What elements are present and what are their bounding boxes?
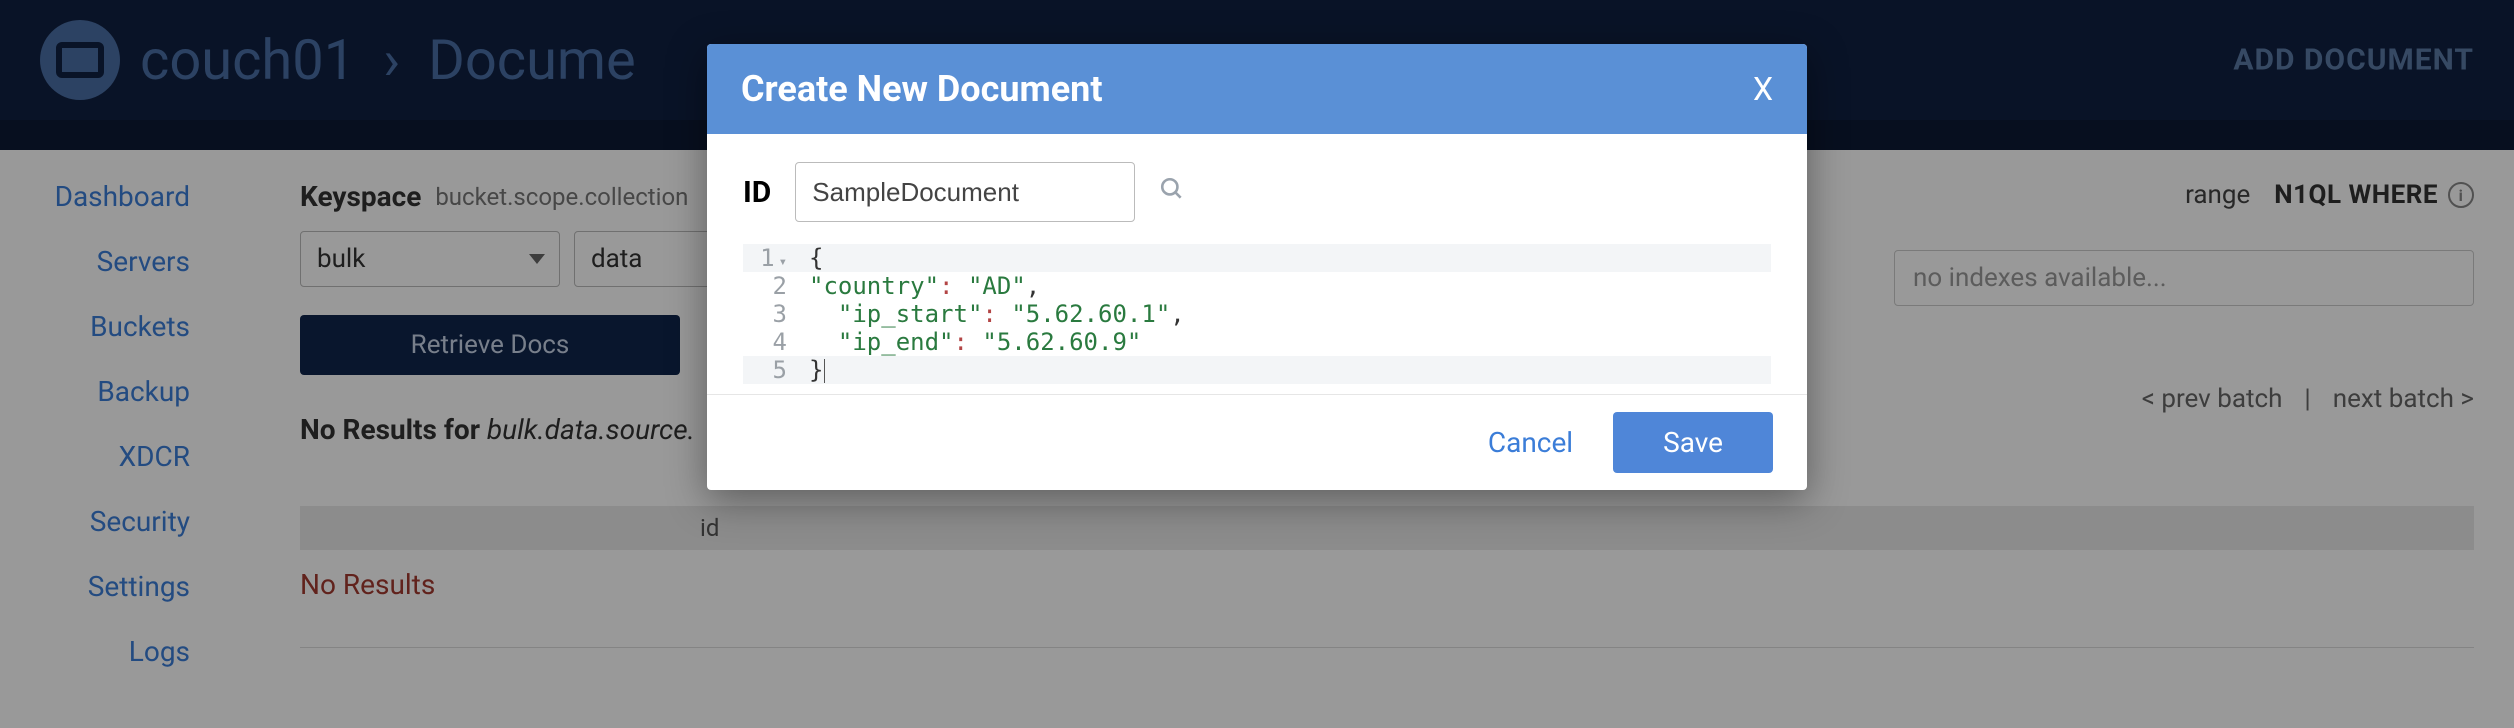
code-2[interactable]: "country": "AD",: [799, 272, 1771, 300]
modal-overlay[interactable]: Create New Document X ID 1▾ {: [0, 0, 2514, 728]
gutter-1: 1▾: [743, 244, 799, 272]
editor-line-2[interactable]: 2 "country": "AD",: [743, 272, 1771, 300]
editor-line-1[interactable]: 1▾ {: [743, 244, 1771, 272]
gutter-5: 5: [743, 356, 799, 384]
code-4[interactable]: "ip_end": "5.62.60.9": [799, 328, 1771, 356]
val-ip-end: "5.62.60.9": [982, 328, 1141, 356]
val-ip-start: "5.62.60.1": [1011, 300, 1170, 328]
code-1[interactable]: {: [799, 244, 1771, 272]
close-icon[interactable]: X: [1753, 70, 1773, 108]
val-country: "AD": [968, 272, 1026, 300]
create-document-dialog: Create New Document X ID 1▾ {: [707, 44, 1807, 490]
cancel-button[interactable]: Cancel: [1488, 426, 1573, 459]
code-5[interactable]: }: [799, 356, 1771, 384]
dialog-title: Create New Document: [741, 68, 1103, 110]
dialog-body: ID 1▾ { 2 "country": "AD",: [707, 134, 1807, 394]
text-caret-icon: [824, 359, 825, 383]
json-editor[interactable]: 1▾ { 2 "country": "AD", 3 "ip_start": "5…: [743, 244, 1771, 384]
editor-line-3[interactable]: 3 "ip_start": "5.62.60.1",: [743, 300, 1771, 328]
search-icon[interactable]: [1159, 176, 1185, 209]
gutter-4: 4: [743, 328, 799, 356]
editor-line-5[interactable]: 5 }: [743, 356, 1771, 384]
app-root: couch01 › Docume ADD DOCUMENT Dashboard …: [0, 0, 2514, 728]
dialog-header: Create New Document X: [707, 44, 1807, 134]
fold-icon[interactable]: ▾: [775, 254, 787, 270]
dialog-footer: Cancel Save: [707, 394, 1807, 490]
id-row: ID: [743, 162, 1771, 222]
gutter-2: 2: [743, 272, 799, 300]
code-3[interactable]: "ip_start": "5.62.60.1",: [799, 300, 1771, 328]
document-id-input[interactable]: [795, 162, 1135, 222]
gutter-3: 3: [743, 300, 799, 328]
save-button[interactable]: Save: [1613, 412, 1773, 473]
editor-line-4[interactable]: 4 "ip_end": "5.62.60.9": [743, 328, 1771, 356]
id-label: ID: [743, 175, 771, 210]
